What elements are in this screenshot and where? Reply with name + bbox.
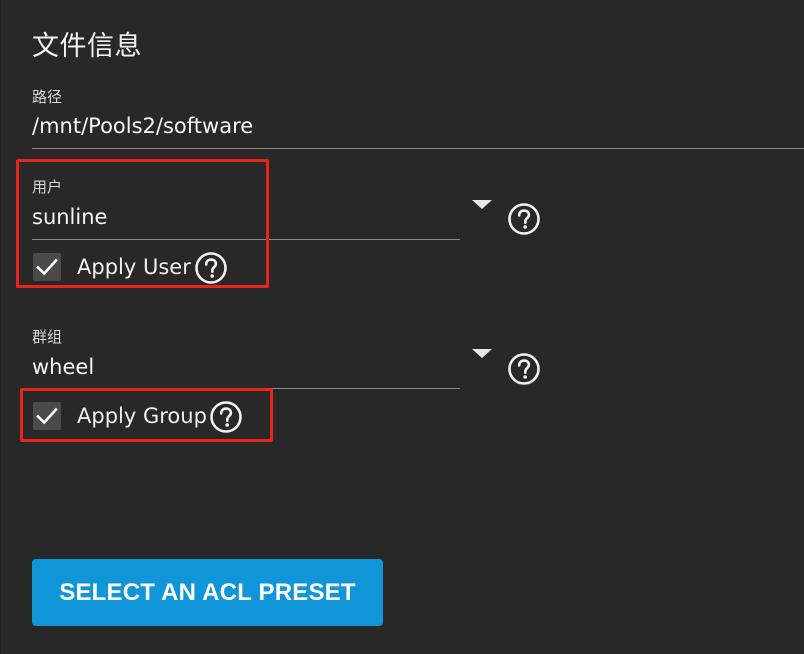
section-title: 文件信息	[32, 31, 142, 62]
select-acl-preset-button[interactable]: SELECT AN ACL PRESET	[32, 559, 383, 626]
user-help-icon[interactable]	[507, 202, 541, 236]
file-info-panel: 文件信息 路径 /mnt/Pools2/software 用户 sunline …	[0, 0, 804, 654]
group-dropdown-arrow-icon[interactable]	[472, 349, 492, 358]
path-value: /mnt/Pools2/software	[32, 114, 254, 138]
path-label: 路径	[32, 88, 63, 106]
group-help-icon[interactable]	[507, 352, 541, 386]
path-underline	[32, 148, 804, 149]
group-label: 群组	[32, 328, 63, 346]
group-highlight-box	[20, 388, 273, 442]
group-select[interactable]: wheel	[32, 355, 94, 379]
user-highlight-box	[16, 159, 269, 288]
user-dropdown-arrow-icon[interactable]	[472, 200, 492, 209]
